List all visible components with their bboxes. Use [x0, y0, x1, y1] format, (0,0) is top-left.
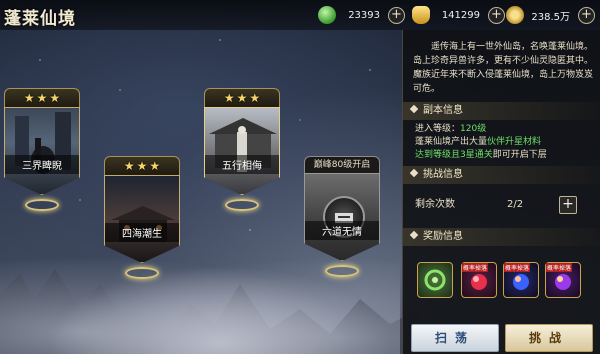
star-icon: ★: [149, 159, 161, 173]
star-icon: ★: [236, 91, 248, 105]
star-icon: ★: [249, 91, 261, 105]
entry-level-value: 120级: [460, 124, 487, 134]
dungeon-description: 遥传海上有一世外仙岛，名唤蓬莱仙境。岛上珍奇异兽许多，更有不少仙灵隐匿其中。魔族…: [413, 42, 594, 94]
probability-drop-tag: 概率掉落: [546, 263, 573, 272]
currency-value: 238.5万: [531, 11, 570, 23]
add-jade-button[interactable]: +: [388, 6, 405, 24]
star-icon: ★: [123, 159, 135, 173]
reward-slot-companion[interactable]: [417, 262, 453, 298]
remaining-attempts-label: 剩余次数: [415, 199, 455, 210]
stage-card-2[interactable]: ★ ★ ★ 四海潮生: [104, 156, 180, 279]
reward-slot-red-orb[interactable]: 概率掉落: [461, 262, 497, 298]
gold-ingot-icon: [412, 6, 430, 24]
stage-illustration: [105, 176, 179, 262]
top-bar: 蓬莱仙境 23393 + 141299 + 238.5万 +: [0, 0, 600, 30]
stage-marker-ring: [125, 267, 159, 279]
stage-image-frame: 三界睥睨: [4, 107, 80, 195]
stage-illustration: [5, 108, 79, 194]
stage-name: 三界睥睨: [5, 155, 79, 174]
drop-info: 蓬莱仙境产出大量伙伴升星材料: [415, 136, 541, 149]
star-rating: ★ ★ ★: [104, 156, 180, 175]
probability-drop-tag: 概率掉落: [462, 263, 489, 272]
diamond-icon: [409, 168, 419, 178]
entry-level: 进入等级：120级: [415, 123, 486, 136]
stage-name: 五行相侮: [205, 155, 279, 174]
star-icon: ★: [36, 91, 48, 105]
reward-slot-purple-orb[interactable]: 概率掉落: [545, 262, 581, 298]
stage-marker-ring: [25, 199, 59, 211]
section-title: 副本信息: [423, 105, 463, 116]
add-attempts-button[interactable]: +: [559, 196, 577, 214]
diamond-icon: [409, 104, 419, 114]
section-dungeon-info: 副本信息: [403, 102, 600, 120]
star-rating: ★ ★ ★: [4, 88, 80, 107]
stage-marker-ring: [325, 265, 359, 277]
star-icon: ★: [23, 91, 35, 105]
star-rating: ★ ★ ★: [204, 88, 280, 107]
drop-highlight: 伙伴升星材料: [487, 137, 542, 147]
dungeon-info-panel: 遥传海上有一世外仙岛，名唤蓬莱仙境。岛上珍奇异兽许多，更有不少仙灵隐匿其中。魔族…: [402, 30, 600, 354]
unlock-condition-highlight: 达到等级且3星通关: [415, 150, 493, 160]
sweep-button[interactable]: 扫荡: [411, 324, 499, 352]
challenge-button[interactable]: 挑战: [505, 324, 593, 352]
remaining-attempts-value: 2/2: [507, 199, 524, 210]
entry-level-label: 进入等级：: [415, 124, 461, 134]
companion-item-icon: [424, 269, 446, 291]
stage-image-frame: 六道无情: [304, 173, 380, 261]
reward-slot-blue-orb[interactable]: 概率掉落: [503, 262, 539, 298]
unlock-requirement: 巅峰80级开启: [304, 156, 380, 173]
currency-value: 23393: [348, 9, 380, 21]
section-title: 奖励信息: [423, 231, 463, 242]
stage-name: 六道无情: [305, 221, 379, 240]
add-coin-button[interactable]: +: [578, 6, 595, 24]
stage-card-3[interactable]: ★ ★ ★ 五行相侮: [204, 88, 280, 211]
probability-drop-tag: 概率掉落: [504, 263, 531, 272]
star-icon: ★: [136, 159, 148, 173]
currency-value: 141299: [441, 9, 480, 21]
stage-card-1[interactable]: ★ ★ ★ 三界睥睨: [4, 88, 80, 211]
unlock-condition: 达到等级且3星通关即可开启下层: [415, 149, 547, 162]
star-icon: ★: [223, 91, 235, 105]
star-icon: ★: [49, 91, 61, 105]
diamond-icon: [409, 230, 419, 240]
stage-image-frame: 四海潮生: [104, 175, 180, 263]
currency-jade: 23393 +: [318, 6, 405, 24]
currency-ingot: 141299 +: [412, 6, 505, 24]
stage-illustration: [205, 108, 279, 194]
jade-icon: [318, 6, 336, 24]
stage-card-4[interactable]: 巅峰80级开启 六道无情: [304, 156, 380, 277]
unlock-condition-text: 即可开启下层: [492, 150, 547, 160]
section-reward-info: 奖励信息: [403, 228, 600, 246]
section-title: 挑战信息: [423, 169, 463, 180]
currency-coin: 238.5万 +: [506, 6, 595, 24]
stage-marker-ring: [225, 199, 259, 211]
add-ingot-button[interactable]: +: [488, 6, 505, 24]
drop-text: 蓬莱仙境产出大量: [415, 137, 488, 147]
stage-name: 四海潮生: [105, 223, 179, 242]
page-title: 蓬莱仙境: [4, 9, 76, 29]
section-challenge-info: 挑战信息: [403, 166, 600, 184]
coin-icon: [506, 6, 524, 24]
stage-image-frame: 五行相侮: [204, 107, 280, 195]
